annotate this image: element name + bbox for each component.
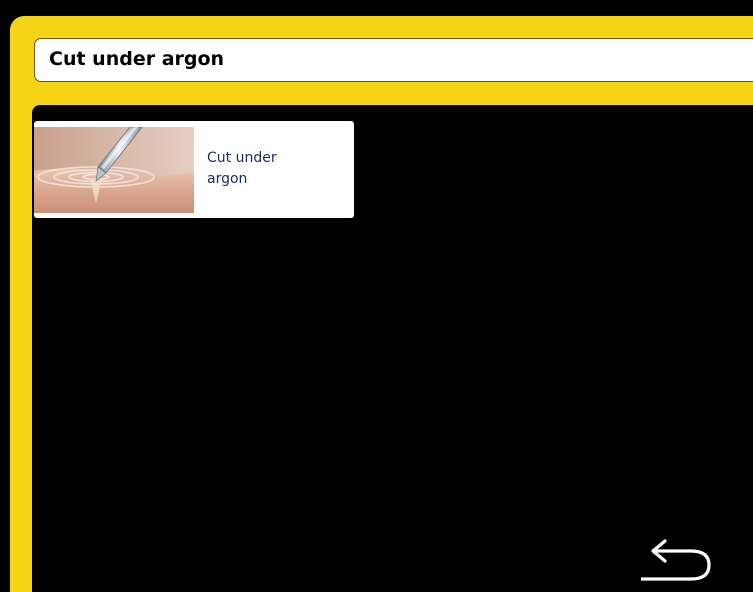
mode-tile-label: Cut under argon <box>207 150 277 187</box>
back-button[interactable] <box>632 537 722 587</box>
return-arrow-icon <box>641 539 711 581</box>
electrode-tissue-cut-icon <box>34 127 194 213</box>
title-bar: Cut under argon <box>34 38 753 82</box>
screen-frame: Cut under argon Cut under argon <box>0 5 753 592</box>
page-title: Cut under argon <box>49 48 225 70</box>
mode-tile-cut-under-argon[interactable]: Cut under argon <box>34 121 354 218</box>
mode-list-area: Cut under argon <box>32 105 753 592</box>
yellow-panel: Cut under argon Cut under argon <box>10 16 753 592</box>
